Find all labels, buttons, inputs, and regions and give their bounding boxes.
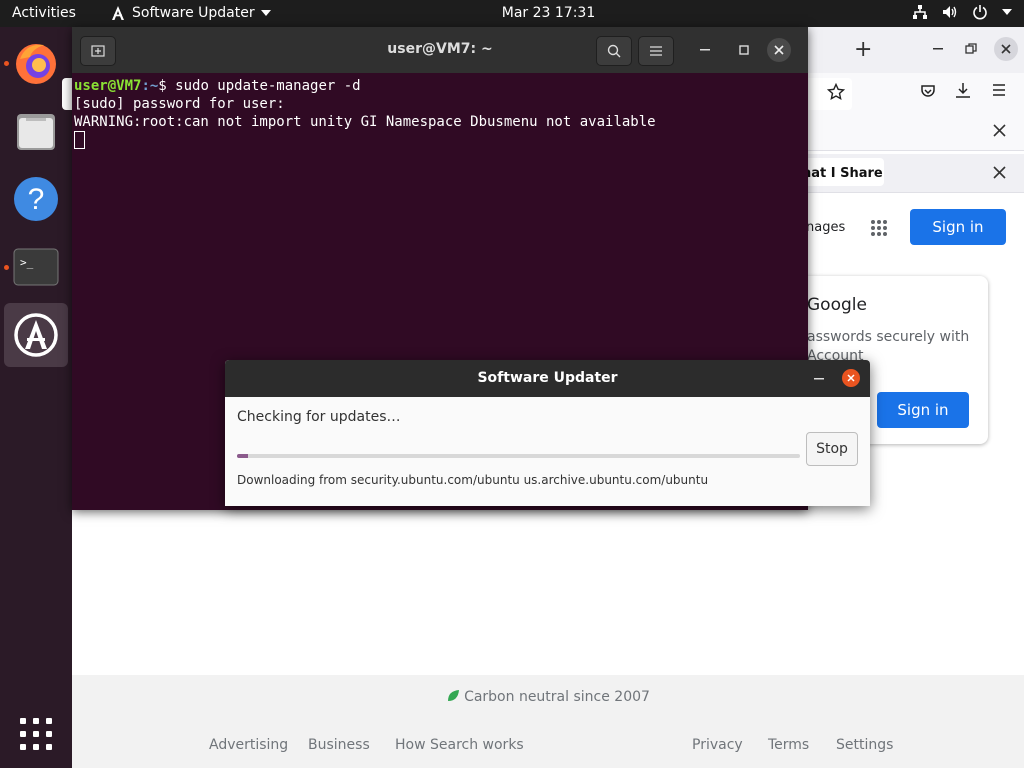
prompt-symbol: $ xyxy=(158,78,176,94)
dialog-header-bar[interactable]: Software Updater xyxy=(225,360,870,397)
power-icon xyxy=(973,5,987,20)
close-icon[interactable] xyxy=(993,166,1006,179)
prompt-path: :~ xyxy=(141,78,159,94)
sign-in-button[interactable]: Sign in xyxy=(910,209,1006,245)
close-button[interactable] xyxy=(994,37,1018,61)
close-icon[interactable] xyxy=(993,124,1006,137)
dock-firefox[interactable] xyxy=(4,31,68,95)
clock[interactable]: Mar 23 17:31 xyxy=(0,5,1024,21)
carbon-text: Carbon neutral since 2007 xyxy=(464,689,650,705)
terminal-output[interactable]: user@VM7:~$ sudo update-manager -d [sudo]… xyxy=(74,77,656,151)
terminal-cursor xyxy=(74,131,85,149)
download-icon[interactable] xyxy=(955,82,971,99)
update-progress-bar xyxy=(237,454,800,458)
dock: ? >_ xyxy=(0,27,72,768)
search-icon xyxy=(607,44,621,58)
card-line: asswords securely with xyxy=(807,329,970,345)
apps-grid-icon[interactable] xyxy=(870,219,888,237)
footer-link-advertising[interactable]: Advertising xyxy=(209,737,288,753)
footer-link-settings[interactable]: Settings xyxy=(836,737,893,753)
menu-icon[interactable] xyxy=(992,84,1006,96)
progress-fill xyxy=(237,454,249,458)
close-button[interactable] xyxy=(842,369,860,387)
footer-link-terms[interactable]: Terms xyxy=(768,737,809,753)
system-tray[interactable] xyxy=(912,4,1012,20)
minimize-icon[interactable] xyxy=(814,378,824,380)
top-bar: Activities Software Updater Mar 23 17:31 xyxy=(0,0,1024,27)
bookmark-star-icon[interactable] xyxy=(827,83,845,101)
maximize-button[interactable] xyxy=(727,36,761,64)
card-sign-in-button[interactable]: Sign in xyxy=(877,392,969,428)
update-status-text: Checking for updates… xyxy=(237,409,401,425)
terminal-line-command: user@VM7:~$ sudo update-manager -d xyxy=(74,77,656,95)
prompt-user: user@VM7 xyxy=(74,78,142,94)
terminal-line: [sudo] password for user: xyxy=(74,96,285,112)
chevron-down-icon xyxy=(1002,9,1012,15)
carbon-neutral-note: Carbon neutral since 2007 xyxy=(72,689,1024,705)
stop-button[interactable]: Stop xyxy=(806,432,858,466)
minimize-button[interactable] xyxy=(688,36,722,64)
hamburger-menu-icon xyxy=(650,46,662,56)
svg-text:>_: >_ xyxy=(20,256,34,269)
download-details-text: Downloading from security.ubuntu.com/ubu… xyxy=(237,473,709,487)
card-title: Google xyxy=(807,295,867,315)
close-icon xyxy=(774,45,784,55)
footer-link-how-search-works[interactable]: How Search works xyxy=(395,737,524,753)
leaf-icon xyxy=(448,690,460,701)
close-button[interactable] xyxy=(767,38,791,62)
pocket-icon[interactable] xyxy=(920,83,936,99)
close-icon xyxy=(847,374,855,382)
software-updater-dialog[interactable]: Software Updater Checking for updates… S… xyxy=(225,360,870,506)
terminal-line: WARNING:root:can not import unity GI Nam… xyxy=(74,114,656,130)
maximize-icon xyxy=(739,45,749,55)
dock-help[interactable]: ? xyxy=(4,167,68,231)
network-icon xyxy=(913,5,927,19)
images-link[interactable]: nages xyxy=(806,220,845,235)
terminal-icon: >_ xyxy=(13,248,59,286)
minimize-icon[interactable] xyxy=(932,47,944,51)
footer-link-privacy[interactable]: Privacy xyxy=(692,737,743,753)
search-button[interactable] xyxy=(596,36,632,66)
dialog-title: Software Updater xyxy=(477,370,618,386)
close-icon xyxy=(1001,44,1011,54)
notification-text[interactable]: hat I Share xyxy=(802,166,883,181)
menu-button[interactable] xyxy=(638,36,674,66)
volume-icon xyxy=(943,6,957,18)
page-footer: Carbon neutral since 2007 Advertising Bu… xyxy=(72,675,1024,768)
terminal-cursor-line xyxy=(74,131,656,151)
dock-files[interactable] xyxy=(4,99,68,163)
firefox-icon xyxy=(16,44,56,84)
show-applications-icon xyxy=(20,718,52,750)
files-icon xyxy=(17,114,55,150)
dock-show-apps[interactable] xyxy=(4,702,68,766)
footer-link-business[interactable]: Business xyxy=(308,737,370,753)
minimize-icon xyxy=(700,49,710,51)
new-tab-icon[interactable]: + xyxy=(854,37,872,62)
help-icon: ? xyxy=(14,177,58,221)
restore-icon[interactable] xyxy=(965,43,977,55)
terminal-header-bar[interactable]: user@VM7: ~ xyxy=(72,27,808,73)
command-text: sudo update-manager -d xyxy=(175,78,361,94)
svg-text:?: ? xyxy=(28,183,45,216)
software-updater-icon xyxy=(14,313,58,357)
dock-software-updater[interactable] xyxy=(4,303,68,367)
dock-terminal[interactable]: >_ xyxy=(4,235,68,299)
